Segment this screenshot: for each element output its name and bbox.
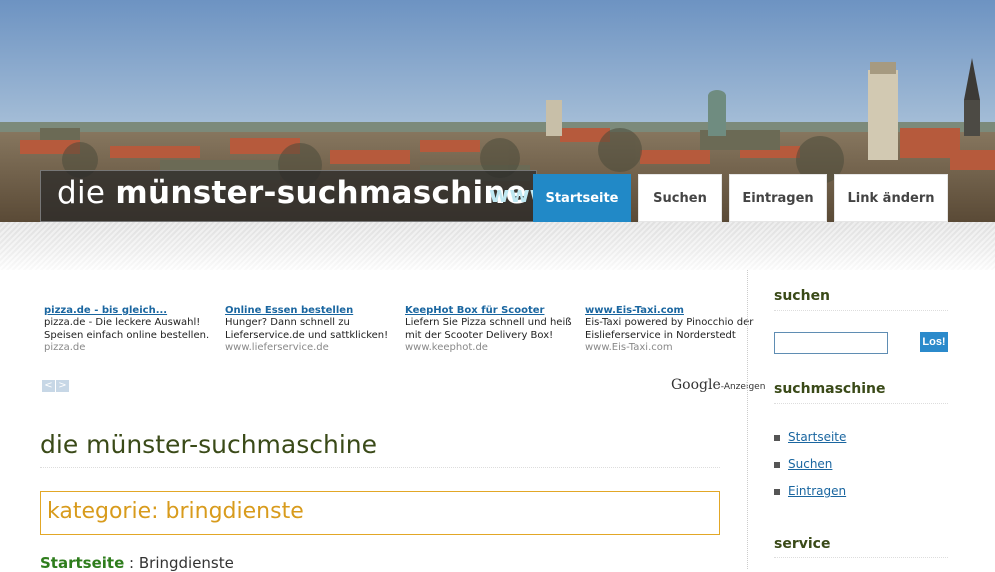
ad-pager: < > (42, 380, 69, 392)
ad-url[interactable]: www.lieferservice.de (225, 342, 403, 354)
breadcrumb-home-link[interactable]: Startseite (40, 554, 124, 572)
breadcrumb: Startseite : Bringdienste (40, 554, 234, 572)
nav-startseite[interactable]: Startseite (533, 174, 631, 222)
category-box: kategorie: bringdienste (40, 491, 720, 535)
ad-url[interactable]: pizza.de (44, 342, 222, 354)
ad-text: pizza.de - Die leckere Auswahl! Speisen … (44, 317, 210, 341)
breadcrumb-current: Bringdienste (138, 554, 234, 572)
ad-url[interactable]: www.Eis-Taxi.com (585, 342, 763, 354)
sidebar-search-heading: suchen (774, 288, 831, 304)
site-url: www (489, 183, 536, 208)
sidebar-rule (774, 403, 948, 405)
ad-text: Liefern Sie Pizza schnell und heiß mit d… (405, 317, 572, 341)
sidebar-rule (774, 557, 948, 559)
title-divider (40, 467, 720, 469)
ad-url[interactable]: www.keephot.de (405, 342, 583, 354)
sidebar-nav-item-suchen[interactable]: Suchen (774, 457, 832, 471)
nav-eintragen[interactable]: Eintragen (729, 174, 827, 222)
google-ads-label[interactable]: Google-Anzeigen (671, 377, 765, 393)
sidebar-nav-link[interactable]: Startseite (788, 430, 846, 444)
ad-prev-arrow-icon[interactable]: < (42, 380, 55, 392)
google-logo: Google (671, 377, 721, 393)
bullet-icon (774, 434, 780, 441)
sidebar-divider (747, 270, 749, 569)
ad-title[interactable]: KeepHot Box für Scooter (405, 305, 583, 317)
site-title-prefix: die (57, 175, 116, 211)
bullet-icon (774, 461, 780, 468)
header-fade (0, 222, 995, 270)
ad-block: pizza.de - bis gleich... pizza.de - Die … (44, 305, 764, 385)
sidebar-service-heading: service (774, 536, 831, 552)
ad-item[interactable]: pizza.de - bis gleich... pizza.de - Die … (44, 305, 222, 355)
sidebar-nav-link[interactable]: Eintragen (788, 484, 846, 498)
sidebar-search-input[interactable] (774, 332, 888, 354)
anzeigen-label: -Anzeigen (720, 382, 766, 392)
site-title-main: münster-suchmaschine (115, 175, 528, 211)
page-title: die münster-suchmaschine (40, 430, 378, 459)
ad-item[interactable]: Online Essen bestellen Hunger? Dann schn… (225, 305, 403, 355)
sidebar-rule (774, 310, 948, 312)
sidebar-search-button[interactable]: Los! (920, 332, 948, 352)
bullet-icon (774, 488, 780, 495)
site-logo[interactable]: die münster-suchmaschine www (40, 170, 537, 222)
ad-title[interactable]: Online Essen bestellen (225, 305, 403, 317)
sidebar-nav-item-startseite[interactable]: Startseite (774, 430, 846, 444)
ad-next-arrow-icon[interactable]: > (56, 380, 69, 392)
ad-text: Hunger? Dann schnell zu Lieferservice.de… (225, 317, 389, 341)
category-label: kategorie: bringdienste (47, 499, 304, 524)
nav-suchen[interactable]: Suchen (638, 174, 722, 222)
ad-item[interactable]: KeepHot Box für Scooter Liefern Sie Pizz… (405, 305, 583, 355)
ad-title[interactable]: pizza.de - bis gleich... (44, 305, 222, 317)
ad-text: Eis-Taxi powered by Pinocchio der Eislie… (585, 317, 754, 341)
ad-title[interactable]: www.Eis-Taxi.com (585, 305, 763, 317)
site-title: die münster-suchmaschine (57, 175, 527, 211)
nav-link-aendern[interactable]: Link ändern (834, 174, 948, 222)
sidebar-nav-link[interactable]: Suchen (788, 457, 832, 471)
sidebar-nav-item-eintragen[interactable]: Eintragen (774, 484, 846, 498)
breadcrumb-separator: : (124, 554, 139, 572)
ad-item[interactable]: www.Eis-Taxi.com Eis-Taxi powered by Pin… (585, 305, 763, 355)
sidebar-nav-heading: suchmaschine (774, 381, 886, 397)
